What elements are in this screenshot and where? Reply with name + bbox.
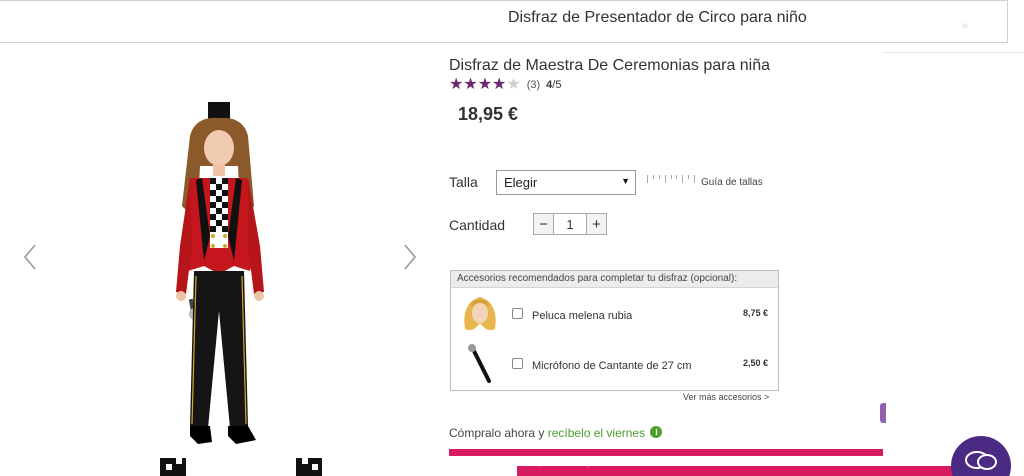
accessory-image-wig [464, 297, 496, 331]
quantity-stepper: − 1 + [533, 213, 607, 235]
product-rating[interactable]: ★ ★ ★ ★ ★ (3) 4/5 [449, 77, 561, 93]
quantity-decrease-button[interactable]: − [534, 214, 554, 234]
accessory-image-microphone [468, 344, 491, 383]
chat-button[interactable] [951, 436, 1011, 476]
product-gallery [0, 44, 440, 476]
accessory-checkbox[interactable] [512, 308, 523, 319]
delivery-day: recíbelo el viernes [547, 426, 646, 440]
star-empty-icon: ★ [506, 76, 521, 93]
star-rating: ★ ★ ★ ★ ★ [449, 77, 521, 93]
more-accessories-link[interactable]: Ver más accesorios > [683, 392, 769, 402]
star-filled-icon: ★ [477, 76, 493, 93]
delivery-prefix: Cómpralo ahora y [449, 426, 548, 440]
thumbnail[interactable] [154, 454, 192, 476]
quantity-input[interactable]: 1 [554, 214, 586, 234]
accessories-heading: Accesorios recomendados para completar t… [451, 271, 778, 288]
chevron-right-icon[interactable] [400, 242, 420, 272]
product-info: Disfraz de Maestra De Ceremonias para ni… [449, 44, 889, 476]
product-title: Disfraz de Maestra De Ceremonias para ni… [449, 57, 771, 74]
star-filled-icon: ★ [449, 76, 464, 93]
product-price: 18,95 € [458, 104, 519, 124]
sticky-bar-text: Cómpralo ahora y recíbelo el viernes [519, 458, 667, 468]
accessory-price: 8,75 € [742, 308, 768, 318]
accessory-item: Peluca melena rubia 8,75 € [451, 289, 778, 337]
add-to-cart-bar[interactable] [449, 449, 883, 456]
accessories-box: Accesorios recomendados para completar t… [450, 270, 779, 391]
info-icon[interactable]: i [650, 426, 663, 438]
side-tab[interactable] [880, 403, 886, 423]
accessory-name: Micrófono de Cantante de 27 cm [532, 360, 692, 372]
product-image[interactable] [150, 96, 290, 476]
size-select-value: Elegir [504, 175, 538, 190]
accessory-name: Peluca melena rubia [532, 310, 633, 322]
close-icon[interactable] [962, 23, 968, 29]
rating-score: 4/5 [546, 79, 561, 91]
rating-count: (3) [526, 79, 541, 91]
size-label: Talla [449, 174, 478, 190]
top-bar: Disfraz de Presentador de Circo para niñ… [0, 0, 1008, 43]
rating-score-max: /5 [552, 79, 562, 91]
size-select[interactable]: Elegir ▼ [496, 170, 636, 195]
delivery-info: Cómpralo ahora y recíbelo el viernes i [449, 426, 663, 440]
size-guide-link[interactable]: Guía de tallas [701, 177, 763, 188]
chevron-left-icon[interactable] [20, 242, 40, 272]
caret-down-icon: ▼ [621, 176, 630, 186]
quantity-increase-button[interactable]: + [586, 214, 606, 234]
accessory-item: Micrófono de Cantante de 27 cm 2,50 € [451, 339, 778, 387]
ruler-icon[interactable] [647, 175, 695, 183]
divider [884, 52, 1024, 53]
header-title: Disfraz de Presentador de Circo para niñ… [508, 9, 807, 26]
accessory-checkbox[interactable] [512, 358, 523, 369]
thumbnail[interactable] [290, 454, 328, 476]
accessory-price: 2,50 € [742, 358, 768, 368]
chat-bubbles-icon [965, 451, 997, 470]
star-filled-icon: ★ [492, 76, 507, 93]
quantity-label: Cantidad [449, 217, 506, 233]
star-filled-icon: ★ [463, 76, 478, 93]
